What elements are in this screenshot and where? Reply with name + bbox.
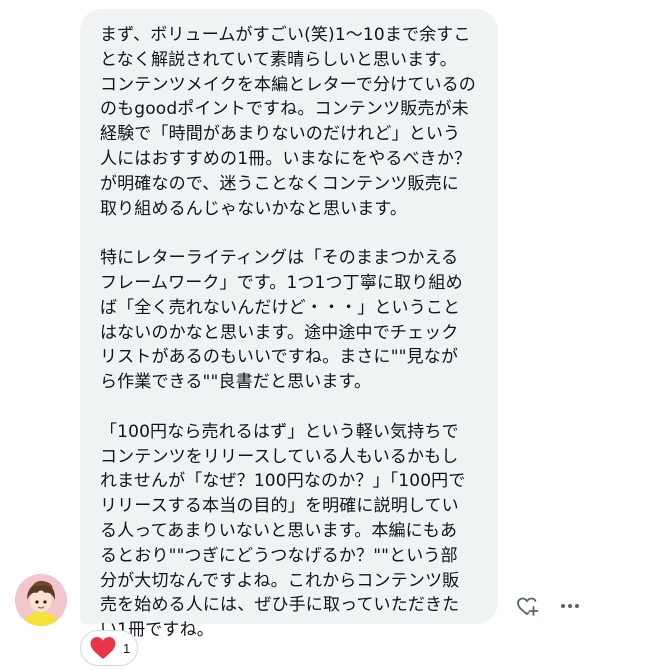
message-line <box>100 221 498 246</box>
message-line: リストがあるのもいいですね。まさに""見なが <box>100 347 459 368</box>
message-line: となく解説されていて素晴らしいと思います。 <box>100 49 457 70</box>
message-bubble: まず、ボリュームがすごい(笑)1〜10まで余すこ となく解説されていて素晴らしいと… <box>80 9 498 640</box>
message-line: リリースする本当の目的」を明確に説明してい <box>100 496 459 517</box>
message-line <box>100 395 498 420</box>
heart-plus-icon <box>517 597 539 616</box>
avatar-illustration-icon <box>15 574 67 626</box>
message-line: い1冊ですね。 <box>100 620 214 641</box>
add-reaction-button[interactable] <box>513 592 541 620</box>
message-line: 分が大切なんですよね。これからコンテンツ販 <box>100 570 460 591</box>
message-line: ば「全く売れないんだけど・・・」ということ <box>100 297 461 318</box>
message-line: 特にレターライティングは「そのままつかえる <box>100 248 459 269</box>
message-line: る人ってあまりいないと思います。本編にもあ <box>100 520 458 541</box>
more-options-button[interactable] <box>556 592 584 620</box>
message-line: 「100円なら売れるはず」という軽い気持ちで <box>100 421 459 442</box>
message-line: が明確なので、迷うことなくコンテンツ販売に <box>100 173 459 194</box>
message-line: のもgoodポイントですね。コンテンツ販売が未 <box>100 99 469 120</box>
message-line: 経験で「時間があまりないのだけれど」という <box>100 124 461 145</box>
heart-icon <box>90 637 116 659</box>
message-text: まず、ボリュームがすごい(笑)1〜10まで余すこ となく解説されていて素晴らしいと… <box>100 23 498 643</box>
message-line: はないのかなと思います。途中途中でチェック <box>100 322 459 343</box>
user-avatar[interactable] <box>15 574 67 626</box>
reaction-count: 1 <box>123 640 131 656</box>
message-line: 取り組めるんじゃないかなと思います。 <box>100 198 407 219</box>
more-horizontal-icon <box>561 604 579 608</box>
message-line: れませんが「なぜ？100円なのか？」「100円で <box>100 471 466 492</box>
message-line: コンテンツメイクを本編とレターで分けているの <box>100 74 476 95</box>
message-line: まず、ボリュームがすごい(笑)1〜10まで余すこ <box>100 25 471 45</box>
heart-reaction-badge[interactable]: 1 <box>80 630 138 666</box>
message-line: るとおり""つぎにどうつなげるか？""という部 <box>100 545 458 566</box>
message-line: 売を始める人には、ぜひ手に取っていただきた <box>100 595 460 616</box>
message-line: コンテンツをリリースしている人もいるかもし <box>100 446 459 467</box>
message-line: 人にはおすすめの1冊。いまなにをやるべきか？ <box>100 148 472 169</box>
message-line: ら作業できる""良書だと思います。 <box>100 372 372 393</box>
message-line: フレームワーク」です。1つ1つ丁寧に取り組め <box>100 272 463 293</box>
